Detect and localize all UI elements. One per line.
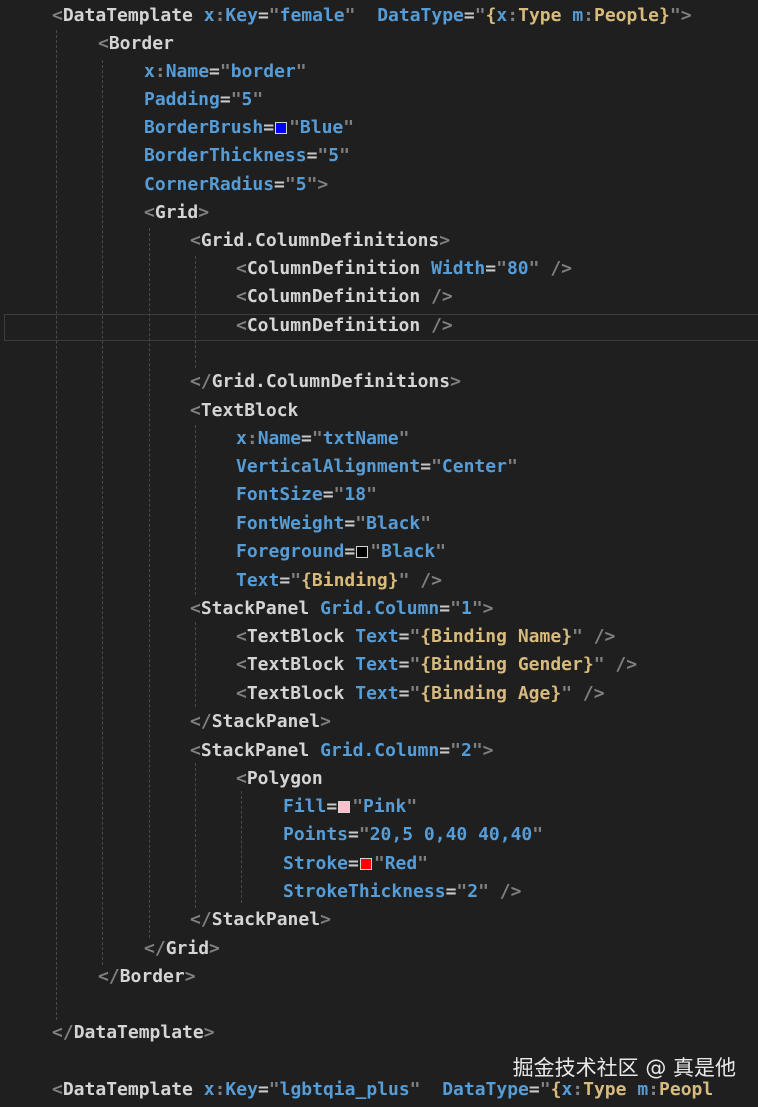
code-editor[interactable]: <DataTemplate x:Key="female" DataType="{… [0,0,758,1107]
code-line[interactable]: BorderBrush= "Blue" [144,114,354,142]
code-line[interactable]: VerticalAlignment="Center" [236,453,518,481]
indent-guide [195,256,196,368]
code-line[interactable]: Fill= "Pink" [283,793,417,821]
code-line[interactable]: </DataTemplate> [52,1019,215,1047]
code-line[interactable]: CornerRadius="5"> [144,171,328,199]
code-line[interactable]: FontWeight="Black" [236,510,431,538]
code-line[interactable]: </Grid> [144,935,220,963]
code-line[interactable]: <ColumnDefinition Width="80" /> [236,255,572,283]
color-swatch [356,546,369,558]
code-line[interactable]: <ColumnDefinition /> [236,312,453,340]
code-line[interactable]: <Polygon [236,765,323,793]
indent-guide [241,791,242,903]
indent-guide [195,622,196,707]
code-line[interactable]: Foreground= "Black" [236,538,446,566]
code-line[interactable]: <ColumnDefinition /> [236,283,453,311]
code-line[interactable]: </StackPanel> [190,906,331,934]
indent-guide [149,228,150,938]
code-line[interactable]: <TextBlock Text="{Binding Age}" /> [236,680,605,708]
indent-guide [56,30,57,1020]
code-line[interactable]: </Grid.ColumnDefinitions> [190,368,461,396]
code-line[interactable]: FontSize="18" [236,481,377,509]
code-line[interactable]: <TextBlock Text="{Binding Gender}" /> [236,651,637,679]
code-line[interactable]: BorderThickness="5" [144,142,350,170]
color-swatch [338,801,351,813]
code-line[interactable]: StrokeThickness="2" /> [283,878,521,906]
code-line[interactable]: Points="20,5 0,40 40,40" [283,821,543,849]
code-line[interactable]: <Border [98,30,174,58]
code-line[interactable]: x:Name="border" [144,58,307,86]
code-line[interactable]: <TextBlock Text="{Binding Name}" /> [236,623,615,651]
watermark: 掘金技术社区 @ 真是他 [512,1056,736,1080]
color-swatch [275,122,288,134]
code-line[interactable]: <Grid.ColumnDefinitions> [190,227,450,255]
code-line[interactable]: </Border> [98,963,196,991]
code-line[interactable]: Stroke= "Red" [283,850,428,878]
code-line[interactable]: <DataTemplate x:Key="female" DataType="{… [52,2,692,30]
code-line[interactable]: <TextBlock [190,397,298,425]
indent-guide [195,425,196,595]
code-line[interactable]: <Grid> [144,199,209,227]
indent-guide [195,763,196,908]
code-line[interactable]: Text="{Binding}" /> [236,567,442,595]
indent-guide [102,60,103,965]
code-line[interactable]: x:Name="txtName" [236,425,409,453]
code-line[interactable]: <StackPanel Grid.Column="1"> [190,595,494,623]
code-line[interactable]: Padding="5" [144,86,263,114]
color-swatch [359,858,372,870]
code-line[interactable]: </StackPanel> [190,708,331,736]
code-line[interactable]: <StackPanel Grid.Column="2"> [190,737,494,765]
